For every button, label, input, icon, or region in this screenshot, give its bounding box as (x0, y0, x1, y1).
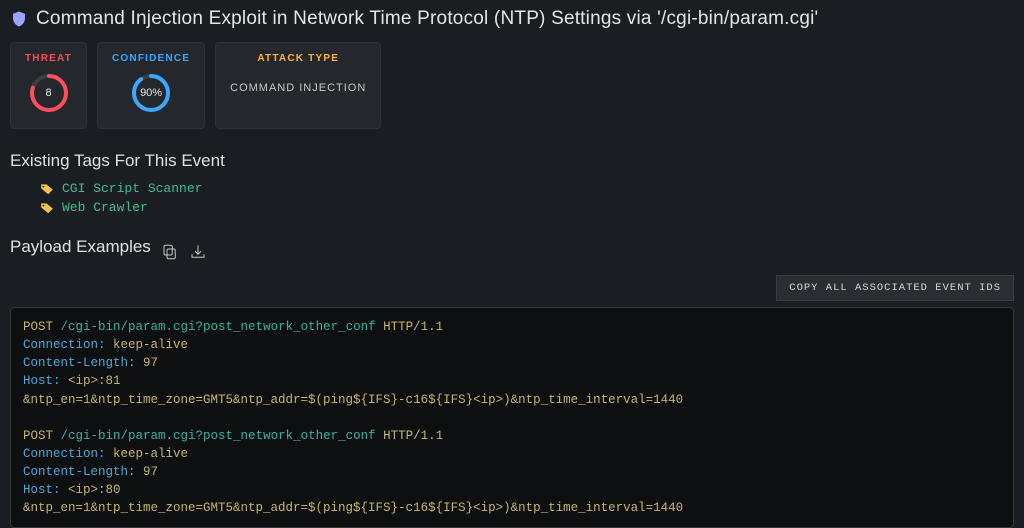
payload-heading: Payload Examples (10, 237, 151, 257)
tags-list: CGI Script Scanner Web Crawler (40, 181, 1014, 215)
tag-label: CGI Script Scanner (62, 181, 202, 196)
tags-heading: Existing Tags For This Event (10, 151, 1014, 171)
tag-icon (40, 182, 54, 196)
confidence-value: 90% (130, 72, 172, 114)
download-icon[interactable] (189, 243, 207, 261)
attack-type-label: ATTACK TYPE (257, 53, 339, 64)
title-row: Command Injection Exploit in Network Tim… (10, 8, 1014, 30)
metric-cards: THREAT 8 CONFIDENCE 90% ATTACK TYPE COMM… (10, 42, 1014, 129)
payload-heading-row: Payload Examples (10, 237, 1014, 267)
confidence-gauge: 90% (130, 72, 172, 114)
tag-item[interactable]: CGI Script Scanner (40, 181, 1014, 196)
copy-icon[interactable] (161, 243, 179, 261)
tag-item[interactable]: Web Crawler (40, 200, 1014, 215)
tag-label: Web Crawler (62, 200, 148, 215)
payload-box: POST /cgi-bin/param.cgi?post_network_oth… (10, 307, 1014, 528)
page-title: Command Injection Exploit in Network Tim… (36, 8, 818, 30)
attack-type-card: ATTACK TYPE COMMAND INJECTION (215, 42, 381, 129)
confidence-label: CONFIDENCE (112, 53, 190, 64)
threat-card: THREAT 8 (10, 42, 87, 129)
shield-icon (10, 10, 28, 28)
copy-bar: COPY ALL ASSOCIATED EVENT IDS (10, 275, 1014, 301)
threat-gauge: 8 (28, 72, 70, 114)
threat-value: 8 (28, 72, 70, 114)
tag-icon (40, 201, 54, 215)
attack-type-value: COMMAND INJECTION (230, 82, 366, 94)
copy-all-event-ids-button[interactable]: COPY ALL ASSOCIATED EVENT IDS (776, 275, 1014, 301)
threat-label: THREAT (25, 53, 72, 64)
confidence-card: CONFIDENCE 90% (97, 42, 205, 129)
